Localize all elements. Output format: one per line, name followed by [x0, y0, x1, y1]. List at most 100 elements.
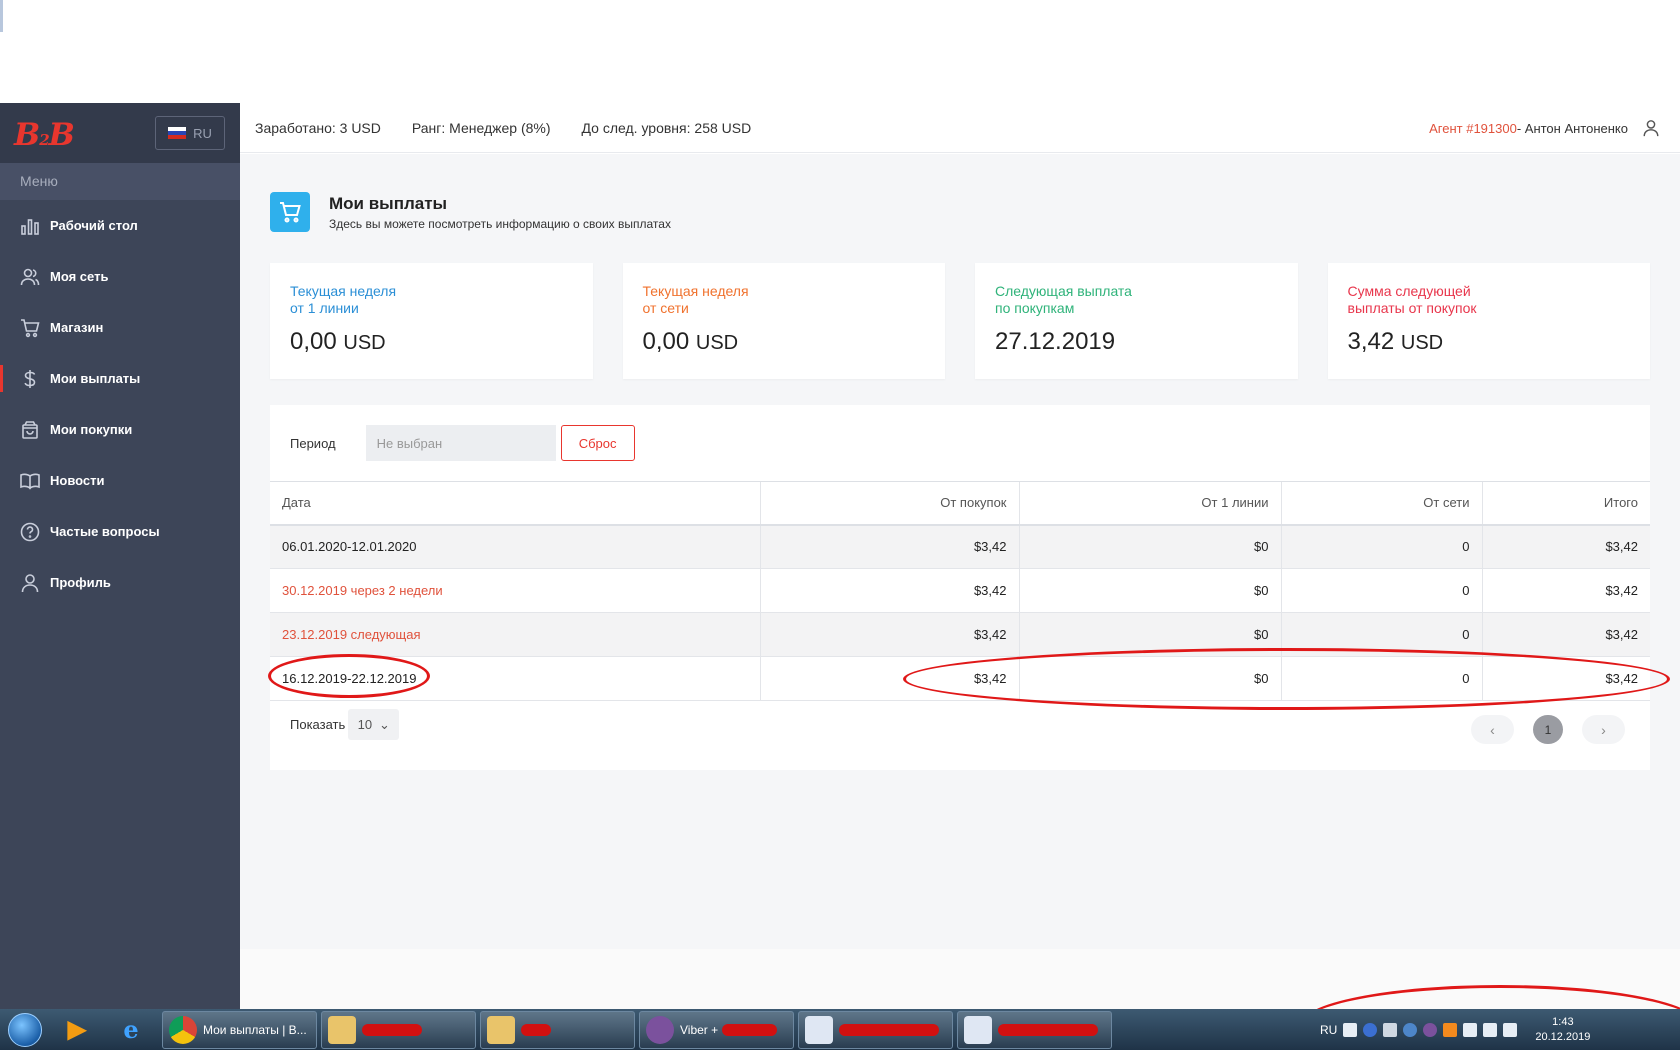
card-week-line1: Текущая неделя от 1 линии 0,00 USD: [270, 263, 593, 379]
language-code: RU: [193, 125, 212, 141]
taskbar-word-2[interactable]: [957, 1010, 1112, 1049]
column-header-total[interactable]: Итого: [1481, 481, 1650, 526]
cell-date: 16.12.2019-22.12.2019: [270, 656, 760, 701]
rank-stat: Ранг: Менеджер (8%): [411, 119, 551, 136]
payouts-table: Дата От покупок От 1 линии От сети Итого…: [270, 481, 1650, 701]
card-amount: 27.12.2019: [995, 328, 1116, 355]
windows-logo-icon: [8, 1012, 42, 1047]
prev-page-button[interactable]: ‹: [1471, 715, 1514, 744]
tray-language[interactable]: RU: [1320, 1023, 1337, 1037]
viber-tray-icon[interactable]: [1423, 1022, 1438, 1037]
tray-overflow-icon[interactable]: [1383, 1022, 1398, 1037]
sidebar-item-network[interactable]: Моя сеть: [0, 251, 240, 302]
main-content: Мои выплаты Здесь вы можете посмотреть и…: [240, 154, 1680, 949]
column-header-purchases[interactable]: От покупок: [759, 481, 1019, 526]
chevron-down-icon: ⌄: [378, 716, 390, 732]
help-icon[interactable]: [1363, 1022, 1378, 1037]
cell-total: $3,42: [1481, 524, 1650, 569]
sidebar-item-faq[interactable]: Частые вопросы: [0, 506, 240, 557]
taskbar-folder-1[interactable]: [321, 1010, 476, 1049]
period-input[interactable]: [365, 425, 556, 461]
language-switcher[interactable]: RU: [155, 116, 225, 150]
summary-cards: Текущая неделя от 1 линии 0,00 USD Текущ…: [270, 263, 1650, 379]
cell-purchases: $3,42: [759, 612, 1019, 657]
cell-line1: $0: [1018, 612, 1281, 657]
russian-flag-icon: [168, 127, 187, 139]
cell-purchases: $3,42: [759, 656, 1019, 701]
sidebar-item-label: Рабочий стол: [50, 218, 138, 233]
card-next-payout-date: Следующая выплата по покупкам 27.12.2019: [975, 263, 1298, 379]
page-header: Мои выплаты Здесь вы можете посмотреть и…: [270, 192, 671, 232]
page-size-control: Показать 10 ⌄: [290, 709, 400, 740]
network-icon[interactable]: [1483, 1022, 1498, 1037]
page-size-select[interactable]: 10 ⌄: [348, 709, 400, 740]
column-header-date[interactable]: Дата: [270, 481, 760, 526]
card-unit: USD: [343, 332, 386, 354]
cart-icon: [20, 318, 40, 338]
sidebar-item-label: Профиль: [50, 575, 111, 590]
sidebar-item-label: Мои покупки: [50, 422, 133, 437]
show-label: Показать: [290, 717, 346, 732]
media-player-icon[interactable]: ▶: [50, 1009, 104, 1050]
card-next-payout-amount: Сумма следующей выплаты от покупок 3,42 …: [1327, 263, 1650, 379]
sidebar-item-shop[interactable]: Магазин: [0, 302, 240, 353]
word-document-icon: [805, 1015, 833, 1044]
card-amount: 3,42: [1347, 328, 1395, 355]
cell-date: 23.12.2019 следующая: [270, 612, 760, 657]
cell-date: 30.12.2019 через 2 недели: [270, 568, 760, 613]
book-icon: [20, 471, 40, 491]
brand-logo[interactable]: B2B: [14, 117, 75, 153]
card-label: Текущая неделя от 1 линии: [290, 283, 397, 316]
sidebar-item-purchases[interactable]: Мои покупки: [0, 404, 240, 455]
taskbar-label: Viber +: [680, 1022, 719, 1037]
page-number-current[interactable]: 1: [1533, 715, 1563, 744]
period-label: Период: [290, 435, 336, 451]
taskbar-chrome[interactable]: Мои выплаты | B...: [162, 1010, 317, 1049]
pdf-icon[interactable]: [1343, 1022, 1358, 1037]
next-page-button[interactable]: ›: [1582, 715, 1625, 744]
column-header-network[interactable]: От сети: [1280, 481, 1482, 526]
card-amount: 0,00: [642, 328, 690, 355]
reset-button[interactable]: Сброс: [560, 425, 635, 461]
chrome-icon: [169, 1015, 197, 1044]
internet-explorer-icon[interactable]: e: [104, 1009, 158, 1050]
cell-network: 0: [1280, 612, 1482, 657]
user-icon: [20, 573, 40, 593]
table-header-row: Дата От покупок От 1 линии От сети Итого: [270, 481, 1650, 526]
user-menu[interactable]: Агент #191300 - Антон Антоненко: [1429, 103, 1660, 153]
card-value: 27.12.2019: [995, 328, 1278, 356]
users-icon: [20, 267, 40, 287]
cart-icon: [270, 192, 310, 232]
column-header-line1[interactable]: От 1 линии: [1018, 481, 1281, 526]
taskbar-folder-2[interactable]: [480, 1010, 635, 1049]
sidebar-item-news[interactable]: Новости: [0, 455, 240, 506]
cell-purchases: $3,42: [759, 524, 1019, 569]
network-app-icon[interactable]: [1403, 1022, 1418, 1037]
volume-icon[interactable]: [1503, 1022, 1518, 1037]
window-edge-mark: [0, 0, 3, 32]
sidebar-item-label: Мои выплаты: [50, 371, 141, 386]
card-amount: 0,00: [290, 328, 337, 355]
table-row: 16.12.2019-22.12.2019 $3,42 $0 0 $3,42: [270, 656, 1650, 701]
card-label: Следующая выплата по покупкам: [995, 283, 1132, 316]
payouts-panel: Период Сброс Дата От покупок От 1 линии …: [270, 405, 1650, 770]
card-week-network: Текущая неделя от сети 0,00 USD: [622, 263, 945, 379]
sidebar-item-profile[interactable]: Профиль: [0, 557, 240, 608]
antivirus-icon[interactable]: [1443, 1022, 1458, 1037]
sidebar-item-payouts[interactable]: Мои выплаты: [0, 353, 240, 404]
question-icon: [20, 522, 40, 542]
redacted-scribble: [521, 1023, 551, 1036]
redacted-scribble: [362, 1023, 422, 1036]
cell-total: $3,42: [1481, 656, 1650, 701]
sidebar-item-dashboard[interactable]: Рабочий стол: [0, 200, 240, 251]
clock[interactable]: 1:43 20.12.2019: [1535, 1015, 1590, 1045]
flag-icon[interactable]: [1463, 1022, 1478, 1037]
taskbar-word-1[interactable]: [798, 1010, 953, 1049]
cell-network: 0: [1280, 524, 1482, 569]
folder-icon: [328, 1015, 356, 1044]
taskbar-viber[interactable]: Viber +: [639, 1010, 794, 1049]
start-button[interactable]: [0, 1009, 50, 1050]
table-row: 23.12.2019 следующая $3,42 $0 0 $3,42: [270, 612, 1650, 657]
menu-label: Меню: [0, 163, 240, 200]
user-icon[interactable]: [1642, 119, 1660, 137]
